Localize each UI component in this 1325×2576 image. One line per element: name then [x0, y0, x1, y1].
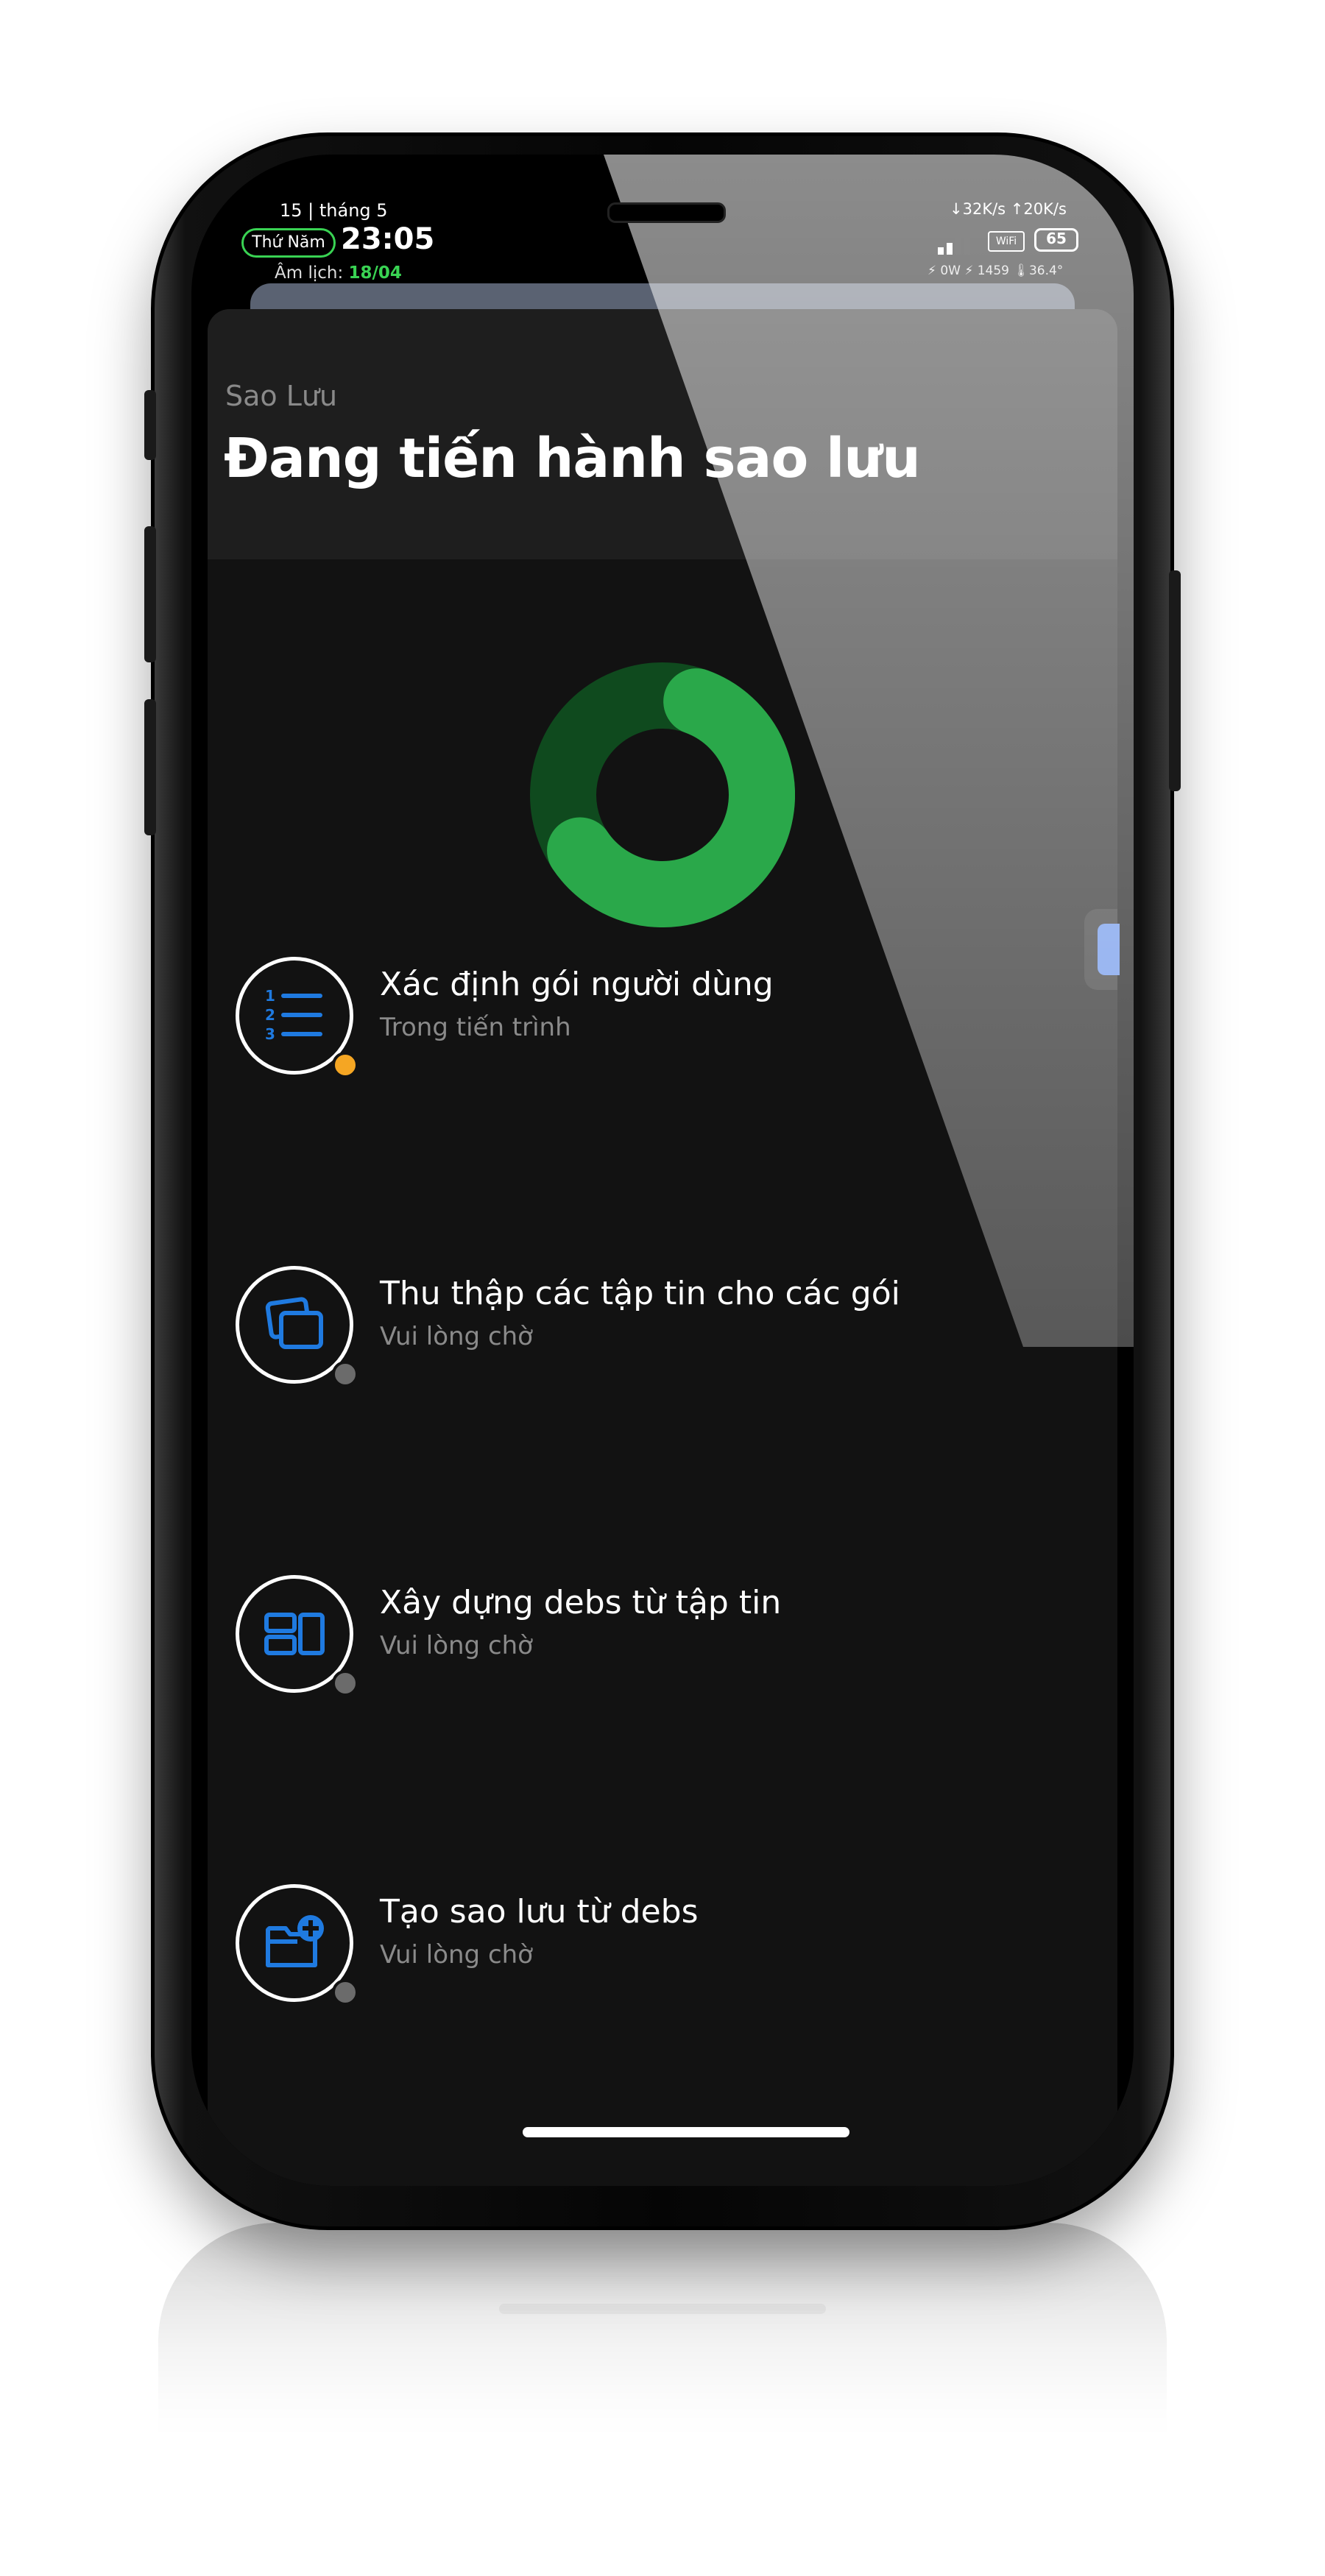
step-status-dot — [332, 1979, 358, 2006]
backup-sheet: Sao Lưu Đang tiến hành sao lưu 1 2 3 Xác… — [208, 309, 1117, 2186]
header-subtitle: Sao Lưu — [225, 380, 338, 412]
page-title: Đang tiến hành sao lưu — [224, 427, 921, 490]
step-status: Vui lòng chờ — [380, 1631, 533, 1660]
step-icon-circle — [236, 1884, 358, 2006]
layout-blocks-icon — [264, 1613, 325, 1655]
step-icon-circle — [236, 1575, 358, 1696]
step-icon-circle — [236, 1266, 358, 1387]
network-speed: ↓32K/s ↑20K/s — [950, 200, 1067, 218]
earpiece — [607, 202, 726, 223]
wifi-icon: WiFi — [988, 231, 1025, 252]
drawer-handle-tab[interactable] — [1098, 924, 1120, 975]
step-title: Tạo sao lưu từ debs — [380, 1893, 699, 1931]
phone-reflection — [158, 2223, 1167, 2532]
weekday-badge: Thứ Năm — [241, 228, 336, 258]
cellular-signal-icon — [938, 230, 970, 255]
step-status-dot — [332, 1670, 358, 1696]
sheet-header: Sao Lưu Đang tiến hành sao lưu — [208, 309, 1117, 559]
backup-progress-ring — [530, 662, 795, 927]
step-title: Xây dựng debs từ tập tin — [380, 1584, 782, 1621]
volume-up-button — [144, 526, 156, 662]
step-status: Vui lòng chờ — [380, 1322, 533, 1351]
step-collect-files: Thu thập các tập tin cho các gói Vui lòn… — [236, 1266, 1045, 1391]
step-title: Xác định gói người dùng — [380, 966, 774, 1003]
svg-text:2: 2 — [265, 1006, 275, 1024]
date-text: 15 | tháng 5 — [280, 200, 388, 221]
home-indicator[interactable] — [523, 2127, 849, 2137]
step-create-backup: Tạo sao lưu từ debs Vui lòng chờ — [236, 1884, 1045, 2009]
phone-screen: 15 | tháng 5 Thứ Năm 23:05 Âm lịch: 18/0… — [191, 155, 1134, 2186]
svg-text:1: 1 — [265, 987, 275, 1005]
step-icon-circle: 1 2 3 — [236, 957, 358, 1078]
side-drawer-handle[interactable] — [1084, 909, 1120, 990]
battery-icon: 65 — [1034, 228, 1078, 252]
folder-add-icon — [266, 1915, 324, 1967]
lunar-label: Âm lịch: — [275, 263, 344, 283]
power-button — [1169, 570, 1181, 791]
svg-text:3: 3 — [265, 1025, 275, 1043]
lunar-date: Âm lịch: 18/04 — [275, 263, 402, 283]
step-status-dot — [332, 1052, 358, 1078]
step-status: Trong tiến trình — [380, 1013, 571, 1042]
silent-switch — [144, 390, 156, 460]
reflection-home-bar — [499, 2304, 826, 2314]
clock-time: 23:05 — [341, 222, 435, 256]
numbered-list-icon: 1 2 3 — [265, 987, 322, 1043]
step-status: Vui lòng chờ — [380, 1940, 533, 1970]
volume-down-button — [144, 699, 156, 835]
device-stats: ⚡ 0W ⚡ 1459 🌡36.4° — [928, 263, 1064, 278]
step-identify-packages: 1 2 3 Xác định gói người dùng Trong tiến… — [236, 957, 1045, 1082]
battery-level: 65 — [1046, 230, 1067, 247]
stacked-cards-icon — [265, 1297, 323, 1349]
step-status-dot — [332, 1361, 358, 1387]
lunar-value: 18/04 — [348, 263, 402, 283]
step-build-debs: Xây dựng debs từ tập tin Vui lòng chờ — [236, 1575, 1045, 1700]
step-title: Thu thập các tập tin cho các gói — [380, 1275, 900, 1312]
